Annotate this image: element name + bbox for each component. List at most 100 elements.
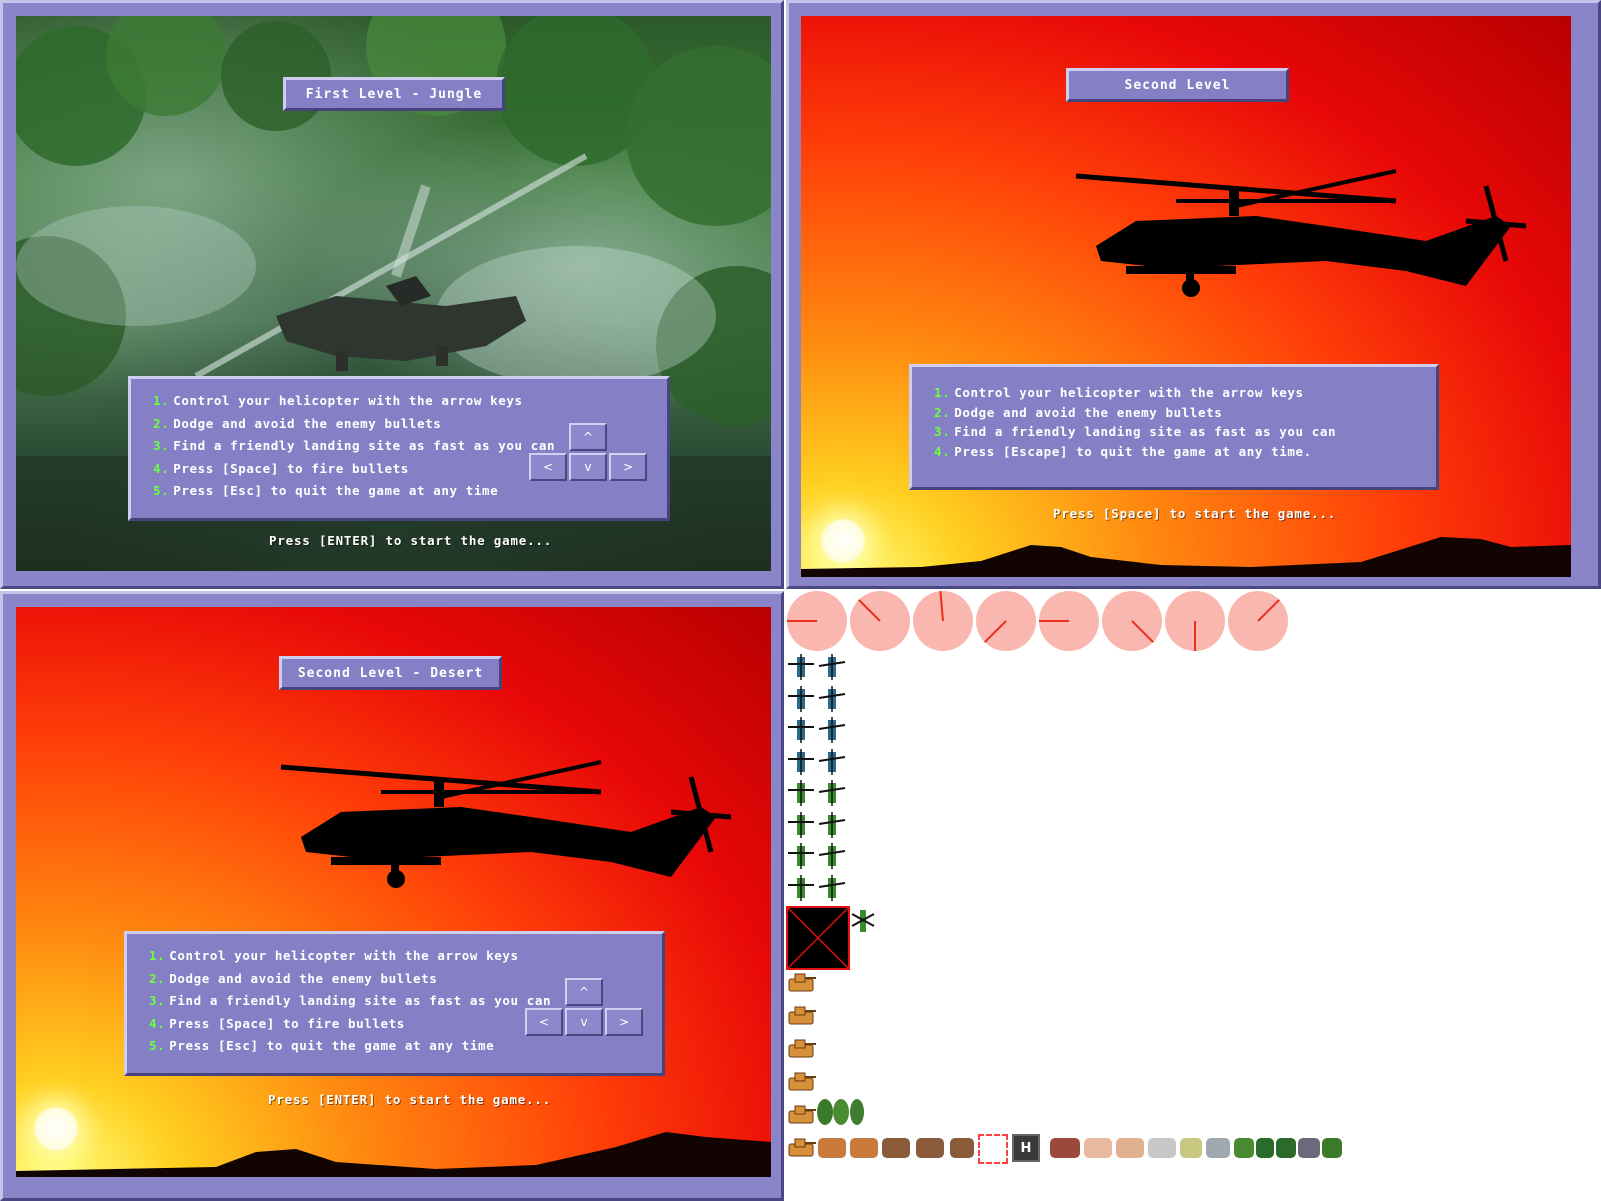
rock-sprite bbox=[1206, 1138, 1230, 1158]
sprite-sheet: H bbox=[786, 590, 1601, 1201]
helicopter-sprite bbox=[788, 780, 814, 806]
instruction-text: Press [Esc] to quit the game at any time bbox=[173, 483, 499, 498]
instruction-number: 4. bbox=[149, 1015, 166, 1031]
start-prompt: Press [ENTER] to start the game... bbox=[269, 533, 553, 548]
treeline-silhouette bbox=[16, 1132, 771, 1177]
instruction-number: 4. bbox=[934, 443, 951, 459]
instruction-number: 2. bbox=[149, 970, 166, 986]
instruction-text: Find a friendly landing site as fast as … bbox=[173, 438, 556, 453]
helicopter-sprite bbox=[788, 874, 814, 901]
tank-sprite bbox=[788, 1039, 816, 1058]
helicopter-sprite bbox=[818, 654, 846, 680]
soldiers-sprite bbox=[882, 1138, 910, 1158]
level-title: Second Level bbox=[1066, 68, 1289, 102]
level-title-text: Second Level - Desert bbox=[297, 665, 484, 681]
radar-frame bbox=[1228, 591, 1288, 651]
helicopter-sprite bbox=[788, 811, 814, 838]
arrow-left-key: < bbox=[525, 1008, 563, 1036]
truck-sprite bbox=[850, 1138, 878, 1158]
soldiers-sprite bbox=[916, 1138, 944, 1158]
instruction-number: 5. bbox=[149, 1038, 166, 1053]
instruction-number: 1. bbox=[153, 393, 170, 408]
tank-sprite bbox=[788, 1072, 816, 1091]
instruction-text: Control your helicopter with the arrow k… bbox=[169, 948, 519, 963]
bush-sprite bbox=[1322, 1138, 1342, 1158]
level-title-text: First Level - Jungle bbox=[305, 86, 483, 102]
rock-sprite bbox=[1084, 1138, 1112, 1158]
instructions-box: 1. Control your helicopter with the arrow… bbox=[128, 376, 670, 521]
rock-sprite bbox=[1148, 1138, 1176, 1158]
instruction-line: 5. Press [Esc] to quit the game at any ti… bbox=[149, 1038, 662, 1061]
instruction-line: 2. Dodge and avoid the enemy bullets bbox=[934, 405, 1436, 425]
instruction-line: 1. Control your helicopter with the arrow… bbox=[934, 385, 1436, 405]
helicopter-sprite bbox=[818, 685, 846, 712]
level-title: Second Level - Desert bbox=[279, 656, 502, 690]
instruction-number: 5. bbox=[153, 483, 170, 498]
instruction-text: Press [Esc] to quit the game at any time bbox=[169, 1038, 495, 1053]
level-title-text: Second Level bbox=[1124, 77, 1231, 93]
instruction-number: 2. bbox=[153, 415, 170, 431]
radar-frame bbox=[976, 591, 1036, 651]
instruction-text: Control your helicopter with the arrow k… bbox=[173, 393, 523, 408]
helicopter-sprite bbox=[818, 780, 846, 806]
radar-frame bbox=[1039, 591, 1099, 651]
arrow-down-key: v bbox=[569, 453, 607, 481]
radar-frame bbox=[913, 591, 973, 651]
empty-target-box bbox=[786, 906, 850, 970]
helicopter-sprite bbox=[818, 843, 846, 869]
helipad-sprite: H bbox=[1012, 1134, 1040, 1162]
instruction-text: Press [Escape] to quit the game at any t… bbox=[954, 443, 1312, 459]
apache-silhouette bbox=[280, 760, 731, 888]
debris-sprite bbox=[1298, 1138, 1320, 1158]
instruction-line: 5. Press [Esc] to quit the game at any ti… bbox=[153, 483, 667, 506]
radar-frame bbox=[787, 591, 847, 651]
instruction-text: Find a friendly landing site as fast as … bbox=[169, 993, 552, 1008]
plant-sprite bbox=[1256, 1138, 1274, 1158]
tank-sprite bbox=[788, 973, 816, 992]
jungle-background: First Level - Jungle 1. Control your heli… bbox=[16, 16, 771, 571]
instruction-line: 1. Control your helicopter with the arrow… bbox=[149, 948, 662, 971]
instruction-number: 4. bbox=[153, 460, 170, 476]
instruction-text: Dodge and avoid the enemy bullets bbox=[169, 970, 438, 986]
rubble-sprite bbox=[1050, 1138, 1080, 1158]
plant-sprite bbox=[1234, 1138, 1254, 1158]
sunset-background: Second Level 1. Control your helicopter w… bbox=[801, 16, 1571, 577]
instruction-text: Control your helicopter with the arrow k… bbox=[954, 385, 1304, 400]
arrow-up-key: ^ bbox=[569, 423, 607, 451]
soldiers-sprite bbox=[950, 1138, 974, 1158]
plant-sprite bbox=[1276, 1138, 1296, 1158]
instruction-number: 3. bbox=[149, 993, 166, 1008]
apache-silhouette bbox=[1075, 169, 1526, 297]
radar-frame bbox=[850, 591, 910, 651]
instruction-number: 3. bbox=[934, 424, 951, 439]
selection-frame bbox=[978, 1134, 1008, 1164]
arrow-down-key: v bbox=[565, 1008, 603, 1036]
helicopter-sprite bbox=[788, 717, 814, 743]
tank-sprite bbox=[788, 1138, 816, 1157]
sunset-background: Second Level - Desert 1. Control your hel… bbox=[16, 607, 771, 1177]
level-three-panel: Second Level - Desert 1. Control your hel… bbox=[0, 591, 784, 1201]
start-prompt: Press [ENTER] to start the game... bbox=[268, 1092, 552, 1107]
helicopter-sprite bbox=[788, 685, 814, 712]
tank-sprite bbox=[788, 1006, 816, 1025]
truck-sprite bbox=[818, 1138, 846, 1158]
instruction-text: Press [Space] to fire bullets bbox=[169, 1015, 405, 1031]
apache-helicopter-image bbox=[194, 153, 588, 379]
helipad-letter: H bbox=[1020, 1140, 1032, 1156]
instruction-line: 3. Find a friendly landing site as fast a… bbox=[934, 424, 1436, 444]
arrow-up-key: ^ bbox=[565, 978, 603, 1006]
tree-sprites bbox=[817, 1099, 864, 1125]
instruction-number: 3. bbox=[153, 438, 170, 453]
instruction-number: 1. bbox=[149, 948, 166, 963]
arrow-right-key: > bbox=[609, 453, 647, 481]
instruction-text: Dodge and avoid the enemy bullets bbox=[954, 404, 1223, 420]
treeline-silhouette bbox=[801, 537, 1571, 577]
start-prompt: Press [Space] to start the game... bbox=[1053, 506, 1337, 521]
helicopter-sprite bbox=[818, 811, 846, 838]
instruction-text: Press [Space] to fire bullets bbox=[173, 460, 409, 476]
helicopter-sprite bbox=[818, 874, 846, 901]
instruction-text: Find a friendly landing site as fast as … bbox=[954, 424, 1337, 439]
arrow-left-key: < bbox=[529, 453, 567, 481]
instruction-number: 2. bbox=[934, 404, 951, 420]
helicopter-sprite bbox=[788, 654, 814, 680]
